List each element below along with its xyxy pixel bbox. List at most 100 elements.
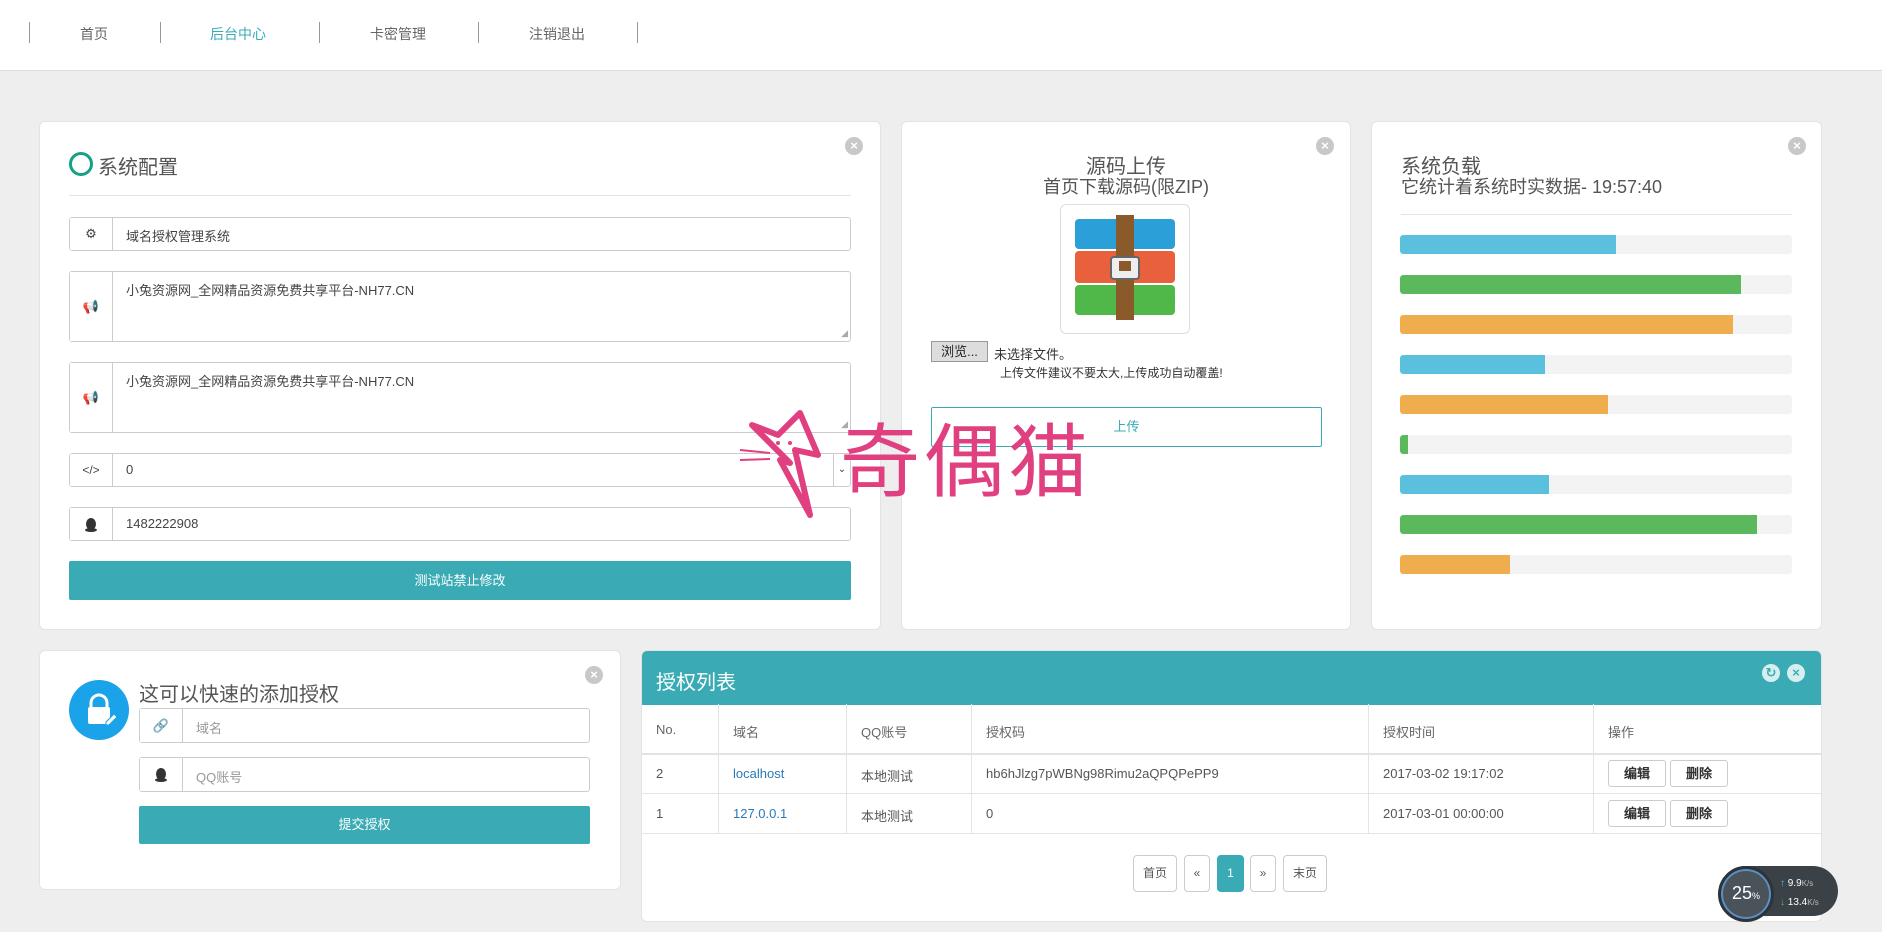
nav-item-admin-center[interactable]: 后台中心 [210, 24, 266, 44]
col-header-time: 授权时间 [1383, 725, 1436, 740]
cell-qq: 本地测试 [861, 769, 914, 784]
load-bar-fill [1400, 315, 1734, 334]
load-bar-fill [1400, 355, 1546, 374]
domain-placeholder: 域名 [196, 721, 223, 736]
cell-domain-link[interactable]: 127.0.0.1 [733, 806, 787, 821]
col-header-no: No. [656, 722, 677, 737]
save-config-button[interactable]: 测试站禁止修改 [69, 561, 851, 600]
qq-penguin-icon [140, 758, 183, 791]
load-bar-fill [1400, 475, 1549, 494]
close-icon[interactable]: × [585, 666, 603, 684]
nav-item-card-management[interactable]: 卡密管理 [370, 24, 426, 44]
chevron-down-icon[interactable]: ⌄ [833, 454, 850, 486]
row-divider [641, 833, 1822, 834]
qq-value: 1482222908 [126, 516, 199, 531]
mode-select[interactable]: </> 0 ⌄ [69, 453, 851, 487]
panel-title: 系统配置 [98, 157, 178, 179]
quick-add-title: 这可以快速的添加授权 [139, 684, 339, 706]
cell-code: 0 [986, 806, 994, 821]
qq-field[interactable]: 1482222908 [69, 507, 851, 541]
pagination-last[interactable]: 末页 [1283, 855, 1327, 892]
browse-button[interactable]: 浏览... [931, 341, 988, 362]
megaphone-icon: 📢 [70, 363, 113, 432]
pagination-next[interactable]: » [1250, 855, 1276, 892]
col-divider [1593, 704, 1594, 833]
load-bar-fill [1400, 555, 1510, 574]
close-icon[interactable]: × [1787, 664, 1805, 682]
nav-divider [637, 22, 638, 43]
no-file-text: 未选择文件。 [994, 347, 1073, 362]
pagination-current-page[interactable]: 1 [1217, 855, 1244, 892]
refresh-icon[interactable]: ↻ [1762, 664, 1780, 682]
qq-placeholder: QQ账号 [196, 770, 243, 785]
delete-button[interactable]: 删除 [1670, 760, 1728, 787]
cpu-percent: 25% [1731, 883, 1761, 903]
site-name-field[interactable]: ⚙ 域名授权管理系统 [69, 217, 851, 251]
arrow-up-icon: ↑ [1780, 878, 1785, 889]
description-textarea[interactable]: 📢 小兔资源网_全网精品资源免费共享平台-NH77.CN ◢ [69, 362, 851, 433]
keywords-value: 小兔资源网_全网精品资源免费共享平台-NH77.CN [126, 283, 415, 298]
keywords-textarea[interactable]: 📢 小兔资源网_全网精品资源免费共享平台-NH77.CN ◢ [69, 271, 851, 342]
load-bar-track [1400, 275, 1792, 294]
upload-button[interactable]: 上传 [931, 407, 1322, 447]
close-icon[interactable]: × [845, 137, 863, 155]
domain-input[interactable]: 🔗 域名 [139, 708, 590, 743]
load-bar-fill [1400, 515, 1757, 534]
site-name-value: 域名授权管理系统 [126, 229, 231, 244]
load-bar-track [1400, 435, 1792, 454]
divider [69, 195, 851, 196]
nav-item-logout[interactable]: 注销退出 [529, 24, 585, 44]
edit-button[interactable]: 编辑 [1608, 760, 1666, 787]
nav-item-home[interactable]: 首页 [80, 24, 108, 44]
link-icon: 🔗 [140, 709, 183, 742]
cell-domain-link[interactable]: localhost [733, 766, 784, 781]
auth-list-title: 授权列表 [656, 672, 736, 694]
submit-auth-button[interactable]: 提交授权 [139, 806, 590, 844]
upload-subtitle: 首页下载源码(限ZIP) [1043, 177, 1209, 197]
load-bar-track [1400, 555, 1792, 574]
col-header-qq: QQ账号 [861, 725, 908, 740]
resize-handle[interactable]: ◢ [841, 419, 848, 430]
qq-input[interactable]: QQ账号 [139, 757, 590, 792]
row-divider [641, 793, 1822, 794]
edit-button[interactable]: 编辑 [1608, 800, 1666, 827]
col-header-code: 授权码 [986, 725, 1026, 740]
mode-select-value: 0 [126, 462, 134, 477]
load-bar-track [1400, 235, 1792, 254]
lock-edit-icon [69, 680, 129, 740]
qq-penguin-icon [70, 508, 113, 540]
delete-button[interactable]: 删除 [1670, 800, 1728, 827]
gear-icon: ⚙ [70, 218, 113, 250]
table-header-border [641, 753, 1822, 755]
download-speed: ↓ 13.4K/s [1780, 897, 1819, 908]
resize-handle[interactable]: ◢ [841, 328, 848, 339]
divider [1401, 214, 1792, 215]
cell-qq: 本地测试 [861, 809, 914, 824]
top-navbar: 首页 后台中心 卡密管理 注销退出 [0, 0, 1882, 71]
col-header-domain: 域名 [733, 725, 760, 740]
upload-hint: 上传文件建议不要太大,上传成功自动覆盖! [1000, 366, 1223, 380]
winrar-archive-icon [1060, 204, 1190, 334]
description-value: 小兔资源网_全网精品资源免费共享平台-NH77.CN [126, 374, 415, 389]
code-icon: </> [70, 454, 113, 486]
load-bar-fill [1400, 435, 1408, 454]
cell-time: 2017-03-02 19:17:02 [1383, 766, 1504, 781]
col-divider [846, 704, 847, 833]
load-bar-track [1400, 475, 1792, 494]
cell-no: 2 [656, 766, 664, 781]
auth-list-header [642, 651, 1821, 705]
load-bar-fill [1400, 235, 1616, 254]
load-bar-track [1400, 315, 1792, 334]
close-icon[interactable]: × [1788, 137, 1806, 155]
upload-speed: ↑ 9.9K/s [1780, 878, 1814, 889]
pagination-prev[interactable]: « [1184, 855, 1210, 892]
pagination-first[interactable]: 首页 [1133, 855, 1177, 892]
load-bar-track [1400, 515, 1792, 534]
load-subtitle: 它统计着系统时实数据- 19:57:40 [1401, 177, 1663, 197]
cell-code: hb6hJlzg7pWBNg98Rimu2aQPQPePP9 [986, 766, 1219, 781]
circle-icon [69, 152, 93, 176]
load-bar-fill [1400, 395, 1608, 414]
nav-divider [160, 22, 161, 43]
megaphone-icon: 📢 [70, 272, 113, 341]
col-header-actions: 操作 [1608, 725, 1635, 740]
